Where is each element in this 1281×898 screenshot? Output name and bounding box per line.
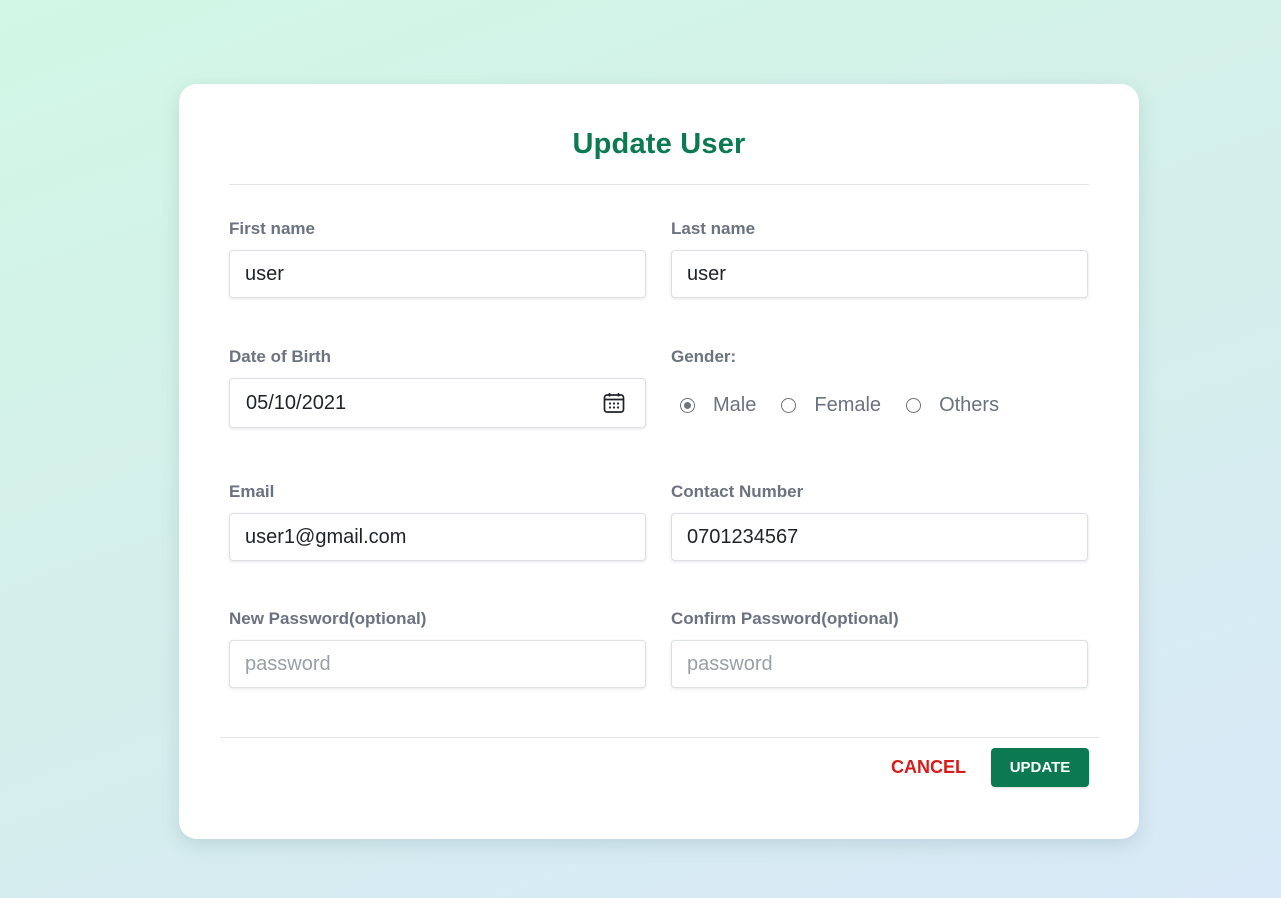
first-name-input[interactable] (229, 250, 646, 298)
dob-value: 05/10/2021 (246, 392, 347, 414)
new-password-label: New Password(optional) (229, 609, 427, 628)
gender-option-female[interactable]: Female (781, 394, 881, 417)
dob-input[interactable]: 05/10/2021 (229, 378, 646, 428)
radio-female-label: Female (814, 394, 882, 416)
radio-female[interactable] (781, 398, 797, 413)
confirm-password-input[interactable] (671, 640, 1088, 688)
gender-option-male[interactable]: Male (680, 394, 756, 417)
contact-label: Contact Number (671, 482, 804, 501)
cancel-button[interactable]: CANCEL (877, 748, 980, 786)
update-user-card: Update User First name Last name Date of… (179, 84, 1139, 839)
gender-radio-group: Male Female Others (680, 394, 1024, 417)
gender-label: Gender: (671, 347, 737, 366)
radio-male[interactable] (680, 398, 695, 413)
last-name-input[interactable] (671, 250, 1088, 298)
update-button[interactable]: UPDATE (991, 748, 1089, 787)
dob-label: Date of Birth (229, 347, 331, 366)
email-label: Email (229, 482, 275, 501)
email-input[interactable] (229, 513, 646, 561)
radio-others[interactable] (906, 398, 922, 413)
form-title: Update User (572, 128, 746, 160)
new-password-input[interactable] (229, 640, 646, 688)
footer-divider (220, 737, 1099, 738)
gender-option-others[interactable]: Others (906, 394, 999, 417)
title-divider (229, 184, 1089, 185)
radio-others-label: Others (939, 394, 1000, 416)
contact-input[interactable] (671, 513, 1088, 561)
calendar-icon[interactable] (603, 392, 625, 414)
last-name-label: Last name (671, 219, 756, 238)
confirm-password-label: Confirm Password(optional) (671, 609, 899, 628)
radio-male-label: Male (713, 394, 757, 416)
first-name-label: First name (229, 219, 315, 238)
